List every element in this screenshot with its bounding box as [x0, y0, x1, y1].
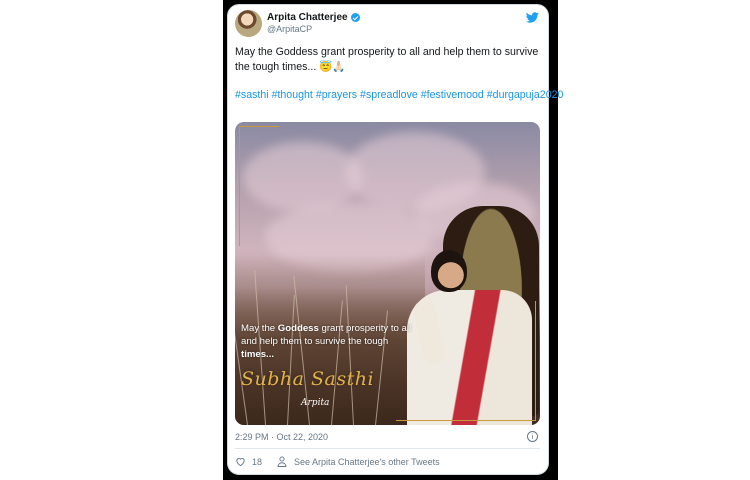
woman-head	[431, 250, 467, 292]
hashtag-link[interactable]: #festivemood	[421, 89, 484, 101]
author-name-row[interactable]: Arpita Chatterjee	[267, 12, 360, 23]
divider	[235, 448, 540, 449]
info-icon[interactable]: i	[527, 431, 538, 442]
media-caption: May the Goddess grant prosperity to all …	[241, 323, 412, 360]
hashtag-link[interactable]: #sasthi	[235, 89, 269, 101]
gold-border-line	[535, 301, 536, 421]
hashtag-link[interactable]: #spreadlove	[360, 89, 418, 101]
hashtag-link[interactable]: #prayers	[316, 89, 357, 101]
hashtag-link[interactable]: #thought	[272, 89, 313, 101]
tweet-media-image[interactable]: May the Goddess grant prosperity to all …	[235, 122, 540, 425]
tweet-timestamp[interactable]: 2:29 PM · Oct 22, 2020	[235, 432, 328, 442]
author-handle[interactable]: @ArpitaCP	[267, 24, 312, 34]
gold-border-line	[396, 420, 536, 421]
verified-badge-icon	[350, 13, 360, 22]
tweet-text: May the Goddess grant prosperity to all …	[235, 46, 539, 73]
author-avatar[interactable]	[235, 10, 262, 37]
person-icon[interactable]	[277, 456, 287, 467]
author-name[interactable]: Arpita Chatterjee	[267, 12, 348, 23]
other-tweets-link[interactable]: See Arpita Chatterjee's other Tweets	[294, 457, 440, 467]
gold-border-line	[239, 126, 279, 127]
gold-border-line	[239, 126, 240, 246]
media-title: Subha Sasthi	[241, 368, 375, 390]
media-signature: Arpita	[301, 398, 330, 408]
twitter-bird-icon[interactable]	[526, 11, 539, 24]
hashtag-link[interactable]: #durgapuja2020	[487, 89, 564, 101]
hashtag-list: #sasthi #thought #prayers #spreadlove #festi…	[235, 88, 563, 103]
heart-icon[interactable]	[235, 456, 246, 467]
like-count: 18	[252, 457, 263, 467]
